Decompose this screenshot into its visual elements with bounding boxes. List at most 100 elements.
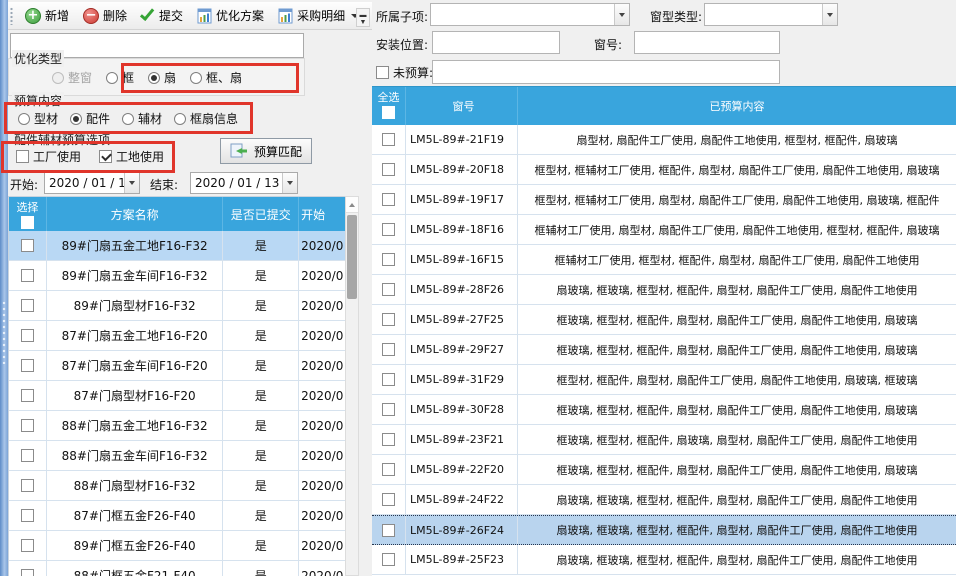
add-button[interactable]: + 新增: [20, 4, 74, 27]
toolbar-overflow-button[interactable]: ▬▼: [356, 8, 370, 27]
row-select-cell[interactable]: [9, 381, 47, 410]
row-select-cell[interactable]: [372, 215, 406, 244]
budget-row[interactable]: LM5L-89#-20F18框型材, 框辅材工厂使用, 框配件, 扇型材, 扇配…: [372, 155, 956, 185]
row-select-cell[interactable]: [9, 351, 47, 380]
row-select-cell[interactable]: [9, 441, 47, 470]
row-checkbox[interactable]: [382, 493, 395, 506]
plan-row[interactable]: 88#门扇五金工地F16-F32是2020/0: [9, 411, 345, 441]
plan-row[interactable]: 88#门扇型材F16-F32是2020/0: [9, 471, 345, 501]
budgeted-content-header[interactable]: 已预算内容: [518, 87, 956, 125]
budget-row[interactable]: LM5L-89#-21F19扇型材, 扇配件工厂使用, 扇配件工地使用, 框型材…: [372, 125, 956, 155]
row-select-cell[interactable]: [372, 275, 406, 304]
budget-match-button[interactable]: 预算匹配: [220, 138, 312, 164]
row-checkbox[interactable]: [21, 479, 34, 492]
row-select-cell[interactable]: [372, 155, 406, 184]
row-checkbox[interactable]: [21, 359, 34, 372]
radio-配件[interactable]: 配件: [70, 110, 110, 127]
row-select-cell[interactable]: [9, 321, 47, 350]
checkbox-工厂使用[interactable]: 工厂使用: [16, 148, 81, 165]
plan-row[interactable]: 87#门框五金F26-F40是2020/0: [9, 501, 345, 531]
budget-row[interactable]: LM5L-89#-28F26扇玻璃, 框玻璃, 框型材, 框配件, 扇型材, 扇…: [372, 275, 956, 305]
row-select-cell[interactable]: [372, 245, 406, 274]
purchase-detail-button[interactable]: 采购明细: [273, 4, 364, 27]
end-date-dropdown-icon[interactable]: [282, 173, 297, 193]
optimize-plan-button[interactable]: 优化方案: [192, 4, 269, 27]
budget-row[interactable]: LM5L-89#-29F27框玻璃, 框型材, 框配件, 扇型材, 扇配件工厂使…: [372, 335, 956, 365]
row-select-cell[interactable]: [9, 471, 47, 500]
window-type-combobox[interactable]: [704, 3, 838, 26]
sub-item-dropdown-icon[interactable]: [614, 4, 629, 25]
budget-row[interactable]: LM5L-89#-16F15框辅材工厂使用, 框型材, 框配件, 扇型材, 扇配…: [372, 245, 956, 275]
row-checkbox[interactable]: [21, 299, 34, 312]
row-checkbox[interactable]: [382, 553, 395, 566]
row-checkbox[interactable]: [382, 373, 395, 386]
plan-row[interactable]: 89#门框五金F26-F40是2020/0: [9, 531, 345, 561]
budget-row[interactable]: LM5L-89#-31F29框型材, 框配件, 扇型材, 扇配件工厂使用, 扇配…: [372, 365, 956, 395]
row-checkbox[interactable]: [21, 419, 34, 432]
row-select-cell[interactable]: [9, 531, 47, 560]
budget-row[interactable]: LM5L-89#-26F24扇玻璃, 框玻璃, 框型材, 框配件, 扇型材, 扇…: [372, 515, 956, 545]
plan-row[interactable]: 89#门扇五金工地F16-F32是2020/0: [9, 231, 345, 261]
select-all-checkbox[interactable]: [382, 106, 395, 119]
select-all-checkbox[interactable]: [21, 216, 34, 229]
row-checkbox[interactable]: [382, 463, 395, 476]
budget-row[interactable]: LM5L-89#-22F20框玻璃, 框型材, 框配件, 扇型材, 扇配件工厂使…: [372, 455, 956, 485]
left-splitter[interactable]: [0, 0, 8, 576]
plan-row[interactable]: 87#门扇型材F16-F20是2020/0: [9, 381, 345, 411]
radio-框[interactable]: 框: [106, 69, 134, 86]
window-type-dropdown-icon[interactable]: [822, 4, 837, 25]
budget-row[interactable]: LM5L-89#-25F23扇玻璃, 框玻璃, 框型材, 框配件, 扇型材, 扇…: [372, 545, 956, 575]
row-select-cell[interactable]: [372, 485, 406, 514]
radio-型材[interactable]: 型材: [18, 110, 58, 127]
row-checkbox[interactable]: [382, 433, 395, 446]
end-date-picker[interactable]: 2020 / 01 / 13: [190, 172, 298, 194]
row-select-cell[interactable]: [372, 125, 406, 154]
install-position-input[interactable]: [432, 31, 560, 54]
row-select-cell[interactable]: [372, 516, 406, 544]
budget-row[interactable]: LM5L-89#-19F17框型材, 框辅材工厂使用, 扇型材, 扇配件工厂使用…: [372, 185, 956, 215]
row-select-cell[interactable]: [9, 231, 47, 260]
radio-框扇信息[interactable]: 框扇信息: [174, 110, 238, 127]
budget-row[interactable]: LM5L-89#-27F25框玻璃, 框型材, 框配件, 扇型材, 扇配件工厂使…: [372, 305, 956, 335]
row-select-cell[interactable]: [372, 425, 406, 454]
radio-扇[interactable]: 扇: [148, 69, 176, 86]
plan-row[interactable]: 88#门扇五金车间F16-F32是2020/0: [9, 441, 345, 471]
plan-row[interactable]: 89#门扇五金车间F16-F32是2020/0: [9, 261, 345, 291]
row-select-cell[interactable]: [9, 291, 47, 320]
radio-辅材[interactable]: 辅材: [122, 110, 162, 127]
plan-row[interactable]: 89#门扇型材F16-F32是2020/0: [9, 291, 345, 321]
row-checkbox[interactable]: [21, 329, 34, 342]
row-checkbox[interactable]: [21, 389, 34, 402]
row-select-cell[interactable]: [372, 335, 406, 364]
row-checkbox[interactable]: [382, 133, 395, 146]
start-header[interactable]: 开始: [299, 197, 345, 231]
window-no-header[interactable]: 窗号: [406, 87, 518, 125]
plan-name-header[interactable]: 方案名称: [47, 197, 223, 231]
checkbox-工地使用[interactable]: 工地使用: [99, 148, 164, 165]
plan-row[interactable]: 87#门扇五金工地F16-F20是2020/0: [9, 321, 345, 351]
unbudgeted-checkbox[interactable]: [376, 66, 389, 79]
plan-row[interactable]: 87#门扇五金车间F16-F20是2020/0: [9, 351, 345, 381]
row-select-cell[interactable]: [372, 185, 406, 214]
row-checkbox[interactable]: [382, 163, 395, 176]
start-date-picker[interactable]: 2020 / 01 / 1: [44, 172, 140, 194]
budget-row[interactable]: LM5L-89#-24F22扇玻璃, 框玻璃, 框型材, 框配件, 扇型材, 扇…: [372, 485, 956, 515]
submitted-header[interactable]: 是否已提交: [223, 197, 299, 231]
row-checkbox[interactable]: [21, 269, 34, 282]
row-select-cell[interactable]: [9, 501, 47, 530]
row-select-cell[interactable]: [372, 365, 406, 394]
row-checkbox[interactable]: [21, 509, 34, 522]
budget-row[interactable]: LM5L-89#-23F21框玻璃, 框型材, 框配件, 扇玻璃, 扇型材, 扇…: [372, 425, 956, 455]
row-checkbox[interactable]: [382, 283, 395, 296]
row-checkbox[interactable]: [21, 239, 34, 252]
row-checkbox[interactable]: [21, 449, 34, 462]
unbudgeted-input[interactable]: [432, 60, 780, 84]
delete-button[interactable]: − 删除: [78, 4, 132, 27]
row-select-cell[interactable]: [9, 411, 47, 440]
row-checkbox[interactable]: [382, 524, 395, 537]
row-checkbox[interactable]: [21, 539, 34, 552]
plan-table-scrollbar[interactable]: [345, 196, 359, 576]
unbudgeted-filter[interactable]: 未预算:: [376, 64, 433, 81]
row-select-cell[interactable]: [372, 455, 406, 484]
start-date-dropdown-icon[interactable]: [124, 173, 139, 193]
